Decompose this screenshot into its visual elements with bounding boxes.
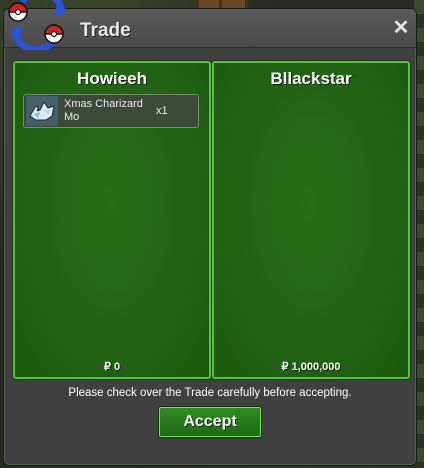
trade-item-slot[interactable]: Xmas Charizard Mo x1 — [23, 94, 199, 128]
right-trader-money: ₽ 1,000,000 — [281, 361, 341, 373]
trade-window: Trade ✕ Howieeh Xmas Charizard Mo x1 ₽ 0… — [3, 8, 417, 466]
left-trader-name: Howieeh — [77, 69, 147, 88]
trade-item-name: Xmas Charizard Mo — [64, 98, 143, 123]
accept-button[interactable]: Accept — [159, 407, 261, 437]
trade-notice: Please check over the Trade carefully be… — [68, 387, 352, 399]
right-trader-panel: Bllackstar ₽ 1,000,000 — [212, 61, 410, 379]
trade-pokeball-logo-icon — [4, 0, 72, 53]
trade-item-quantity: x1 — [156, 105, 168, 117]
right-trader-name: Bllackstar — [270, 69, 352, 88]
left-trader-panel: Howieeh Xmas Charizard Mo x1 ₽ 0 — [13, 61, 211, 379]
left-trader-money: ₽ 0 — [103, 361, 121, 373]
window-title: Trade — [80, 20, 131, 41]
close-icon[interactable]: ✕ — [392, 18, 410, 38]
charizard-sprite-icon — [26, 96, 58, 126]
